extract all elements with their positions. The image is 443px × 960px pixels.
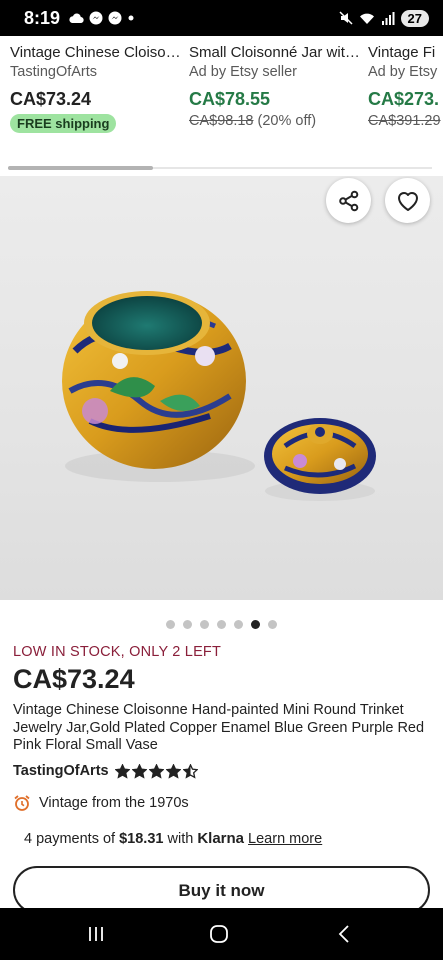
recents-icon (89, 927, 103, 941)
star-icon (148, 763, 164, 779)
alarm-clock-icon (14, 795, 30, 811)
rec-title: Small Cloisonné Jar wit… (189, 44, 360, 61)
pagination-dot[interactable] (268, 620, 277, 629)
rec-title: Vintage Fi (368, 44, 436, 61)
star-icon (131, 763, 147, 779)
back-button[interactable] (324, 920, 364, 948)
recommendation-card[interactable]: Small Cloisonné Jar wit… Ad by Etsy sell… (189, 44, 361, 129)
star-icon (114, 763, 130, 779)
status-bar: 8:19 27 (0, 0, 443, 36)
favorite-button[interactable] (385, 178, 430, 223)
product-image-gallery[interactable] (0, 176, 443, 600)
pagination-dot[interactable] (217, 620, 226, 629)
dot-icon (128, 15, 134, 21)
klarna-payments: 4 payments of $18.31 with Klarna Learn m… (24, 830, 322, 847)
pagination-dot-active[interactable] (251, 620, 260, 629)
klarna-logo: Klarna (197, 830, 245, 847)
notification-icons (68, 11, 135, 25)
payments-prefix: 4 payments of (24, 831, 116, 847)
listing-price: CA$73.24 (13, 664, 135, 694)
listing-title: Vintage Chinese Cloisonne Hand-painted M… (13, 702, 425, 753)
recents-button[interactable] (76, 920, 116, 948)
rating-stars[interactable] (114, 763, 198, 779)
rec-original-price-row: CA$391.29 (368, 113, 443, 129)
buy-it-now-button[interactable]: Buy it now (13, 866, 430, 914)
heart-icon (397, 191, 418, 211)
battery-icon: 27 (400, 9, 429, 27)
star-half-icon (182, 763, 198, 779)
product-photo (62, 291, 376, 501)
pagination-dot[interactable] (234, 620, 243, 629)
signal-icon (381, 11, 395, 25)
rec-sale-price: CA$78.55 (189, 89, 271, 109)
rec-original-price-row: CA$98.18 (20% off) (189, 113, 361, 129)
vintage-text: Vintage from the 1970s (39, 795, 189, 811)
wifi-icon (359, 13, 374, 24)
image-pagination-dots[interactable] (0, 620, 443, 629)
vintage-row: Vintage from the 1970s (13, 794, 189, 812)
recommendation-card[interactable]: Vintage Chinese Cloiso… TastingOfArts CA… (10, 44, 182, 133)
rec-original-price: CA$391.29 (368, 113, 441, 129)
home-icon (210, 925, 228, 943)
rec-ad-label: Ad by Etsy seller (189, 64, 297, 80)
system-nav-bar (0, 908, 443, 960)
pagination-dot[interactable] (200, 620, 209, 629)
low-stock-notice: LOW IN STOCK, ONLY 2 LEFT (13, 644, 222, 660)
shop-name[interactable]: TastingOfArts (13, 763, 109, 779)
free-shipping-badge: FREE shipping (10, 114, 117, 133)
carousel-scrollbar[interactable] (8, 166, 432, 170)
status-time: 8:19 (24, 7, 61, 28)
rec-original-price: CA$98.18 (189, 113, 254, 129)
system-icons: 27 (339, 9, 429, 27)
rec-sale-price: CA$273. (368, 89, 440, 109)
recommendation-card[interactable]: Vintage Fi Ad by Etsy CA$273. CA$391.29 (368, 44, 443, 129)
rec-ad-label: Ad by Etsy (368, 64, 438, 80)
rec-price: CA$73.24 (10, 89, 92, 109)
cloud-icon (69, 12, 84, 23)
payment-amount: $18.31 (119, 831, 164, 847)
payments-with: with (167, 831, 194, 847)
pagination-dot[interactable] (166, 620, 175, 629)
share-icon (338, 190, 358, 211)
back-icon (338, 925, 349, 943)
pagination-dot[interactable] (183, 620, 192, 629)
recommendations-carousel[interactable]: Vintage Chinese Cloiso… TastingOfArts CA… (0, 36, 443, 176)
scrollbar-thumb[interactable] (8, 166, 153, 170)
rec-title: Vintage Chinese Cloiso… (10, 44, 181, 61)
messenger-icon (108, 11, 122, 25)
share-button[interactable] (326, 178, 371, 223)
mute-icon (339, 11, 353, 25)
shop-rating-row[interactable]: TastingOfArts (13, 763, 198, 779)
home-button[interactable] (199, 920, 239, 948)
star-icon (165, 763, 181, 779)
learn-more-link[interactable]: Learn more (248, 831, 322, 847)
messenger-icon (89, 11, 103, 25)
rec-shop: TastingOfArts (10, 64, 98, 80)
rec-discount: (20% off) (257, 113, 317, 129)
